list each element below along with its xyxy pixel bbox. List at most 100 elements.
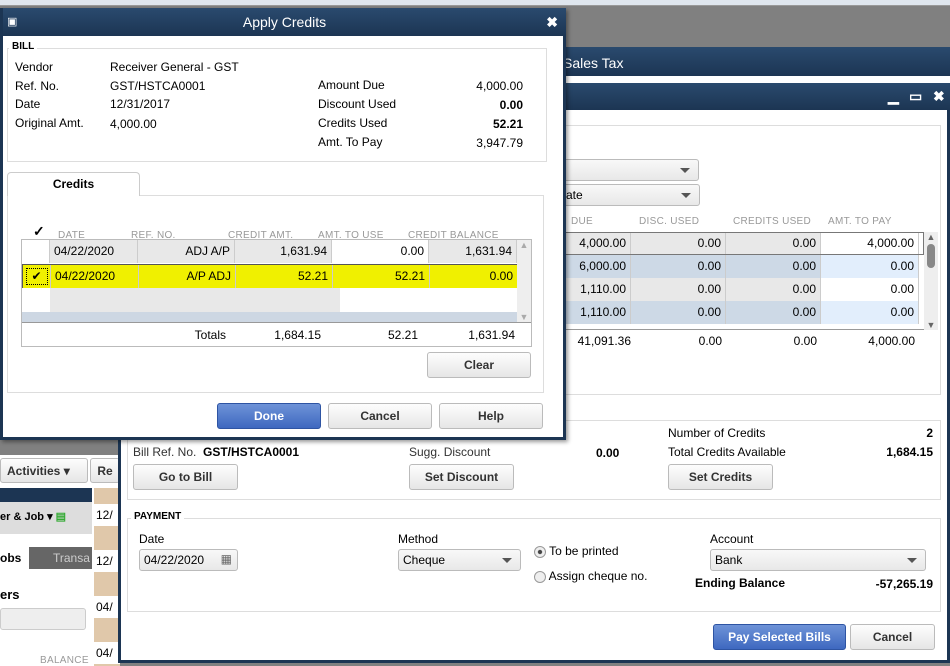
credits-used-value: 52.21 xyxy=(492,117,523,131)
total-pay: 4,000.00 xyxy=(868,334,915,348)
pay-selected-bills-button[interactable]: Pay Selected Bills xyxy=(713,624,846,650)
close-icon[interactable]: ✖ xyxy=(933,88,945,105)
credits-scrollbar[interactable]: ▲ ▼ xyxy=(517,240,531,322)
bill-cell: 0.00 xyxy=(726,255,821,278)
bill-cell[interactable]: 0.00 xyxy=(821,301,919,324)
tab-transactions[interactable]: Transa xyxy=(29,547,92,569)
col-due: DUE xyxy=(571,216,594,227)
bills-table: 4,000.00 0.00 0.00 4,000.00 6,000.00 0.00 0.00… xyxy=(561,232,924,330)
bill-cell: 1,110.00 xyxy=(561,301,631,324)
radio-selected-icon xyxy=(534,545,546,558)
bill-cell: 0.00 xyxy=(631,301,726,324)
credit-cell-use[interactable]: 0.00 xyxy=(332,240,429,263)
bill-ref-label: Bill Ref. No. xyxy=(133,445,197,459)
bill-cell: 0.00 xyxy=(726,232,821,255)
re-button[interactable]: Re xyxy=(90,458,120,483)
total-credits-available: 1,684.15 xyxy=(886,445,933,459)
bill-cell[interactable]: 4,000.00 xyxy=(821,232,919,255)
bill-cell: 0.00 xyxy=(726,301,821,324)
col-credits-used: CREDITS USED xyxy=(733,216,812,227)
tab-jobs[interactable]: obs xyxy=(0,547,28,569)
empty-row xyxy=(50,288,340,312)
tab-credits[interactable]: Credits xyxy=(7,172,140,196)
close-icon[interactable]: ✖ xyxy=(546,8,558,36)
amount-due-value: 4,000.00 xyxy=(476,79,523,93)
balance-header: BALANCE xyxy=(40,655,89,666)
bill-cell: 6,000.00 xyxy=(561,255,631,278)
credit-cell-balance: 1,631.94 xyxy=(429,240,517,263)
radio-to-be-printed[interactable]: To be printed xyxy=(534,544,619,558)
bill-cell[interactable]: 0.00 xyxy=(821,255,919,278)
total-amt-to-use: 52.21 xyxy=(387,328,418,342)
apply-credits-dialog: ▣ Apply Credits ✖ BILL Vendor Receiver G… xyxy=(0,8,566,440)
panel-header xyxy=(0,488,92,502)
credit-cell-credit: 52.21 xyxy=(236,265,333,288)
set-credits-button[interactable]: Set Credits xyxy=(668,464,773,490)
credit-checkbox[interactable]: ✔ xyxy=(23,265,51,288)
check-column-header: ✓ xyxy=(33,223,45,239)
done-button[interactable]: Done xyxy=(217,403,321,429)
ending-balance-label: Ending Balance xyxy=(695,576,786,590)
discount-used-label: Discount Used xyxy=(318,97,397,111)
original-amt-label: Original Amt. xyxy=(15,116,84,130)
radio-assign-cheque[interactable]: Assign cheque no. xyxy=(534,569,647,583)
credit-row[interactable]: ✔ 04/22/2020 A/P ADJ 52.21 52.21 0.00 xyxy=(22,264,518,288)
credit-cell-date: 04/22/2020 xyxy=(51,265,139,288)
bill-cell: 1,110.00 xyxy=(561,278,631,301)
dialog-titlebar: ▣ Apply Credits ✖ xyxy=(3,8,566,36)
credit-cell-balance: 0.00 xyxy=(430,265,518,288)
account-label: Account xyxy=(710,532,754,546)
system-menu-icon[interactable]: ▣ xyxy=(7,8,17,36)
col-disc-used: DISC. USED xyxy=(639,216,700,227)
radio-unselected-icon xyxy=(534,570,546,583)
ending-balance: -57,265.19 xyxy=(875,577,933,591)
number-of-credits-label: Number of Credits xyxy=(668,426,766,440)
go-to-bill-button[interactable]: Go to Bill xyxy=(133,464,238,490)
method-dropdown[interactable]: Cheque xyxy=(398,549,521,571)
help-button[interactable]: Help xyxy=(439,403,543,429)
calendar-icon: ▦ xyxy=(220,552,232,566)
discount-used-value: 0.00 xyxy=(499,98,523,112)
pay-bills-cancel-button[interactable]: Cancel xyxy=(850,624,935,650)
customer-job-dropdown[interactable]: er & Job ▾ ▤ xyxy=(0,502,92,534)
total-disc: 0.00 xyxy=(698,334,722,348)
customer-center-panel: Activities ▾ Re er & Job ▾ ▤ obs Transa … xyxy=(0,455,120,666)
maximize-icon[interactable]: ▭ xyxy=(909,88,922,105)
original-amt-value: 4,000.00 xyxy=(110,117,157,131)
section-title: ers xyxy=(0,587,20,602)
amt-to-pay-value: 3,947.79 xyxy=(476,136,523,150)
sugg-discount-value: 0.00 xyxy=(596,446,620,460)
activities-button[interactable]: Activities ▾ xyxy=(0,458,88,483)
credit-checkbox[interactable] xyxy=(22,240,50,263)
top-strip xyxy=(0,0,950,6)
vendor-value: Receiver General - GST xyxy=(110,60,239,74)
filter-dropdown[interactable] xyxy=(561,159,699,181)
minimize-icon[interactable]: ▁ xyxy=(888,88,899,105)
col-amt-to-pay: AMT. TO PAY xyxy=(828,216,892,227)
credits-table: 04/22/2020 ADJ A/P 1,631.94 0.00 1,631.94 ✔ 04… xyxy=(21,239,532,347)
search-input[interactable] xyxy=(0,608,86,630)
nav-sales-tax[interactable]: Sales Tax xyxy=(563,55,623,71)
sugg-discount-label: Sugg. Discount xyxy=(409,445,491,459)
amt-to-pay-label: Amt. To Pay xyxy=(318,135,383,149)
sort-dropdown[interactable]: ate xyxy=(561,184,700,206)
payment-section-label: PAYMENT xyxy=(131,511,185,522)
credit-row[interactable]: 04/22/2020 ADJ A/P 1,631.94 0.00 1,631.94 xyxy=(22,240,517,264)
scrollbar[interactable]: ▲ ▼ xyxy=(924,232,938,330)
dialog-title: Apply Credits xyxy=(242,14,327,30)
account-dropdown[interactable]: Bank xyxy=(710,549,926,571)
credit-cell-ref: A/P ADJ xyxy=(139,265,236,288)
payment-date-label: Date xyxy=(139,532,165,546)
ref-value: GST/HSTCA0001 xyxy=(110,79,206,93)
total-credit-balance: 1,631.94 xyxy=(468,328,515,342)
credit-cell-use[interactable]: 52.21 xyxy=(333,265,430,288)
payment-date-field[interactable]: 04/22/2020 ▦ xyxy=(139,549,238,571)
bill-section-label: BILL xyxy=(9,41,38,52)
cancel-button[interactable]: Cancel xyxy=(328,403,432,429)
bill-cell: 4,000.00 xyxy=(561,232,631,255)
bill-cell[interactable]: 0.00 xyxy=(821,278,919,301)
set-discount-button[interactable]: Set Discount xyxy=(409,464,514,490)
credit-cell-credit: 1,631.94 xyxy=(235,240,332,263)
number-of-credits: 2 xyxy=(926,426,933,440)
clear-button[interactable]: Clear xyxy=(427,352,531,378)
